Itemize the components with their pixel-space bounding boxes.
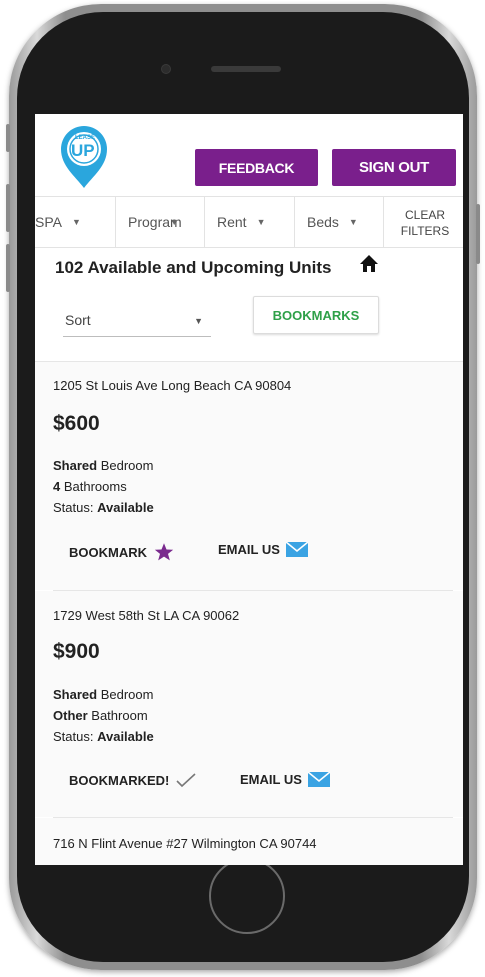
- email-us-button[interactable]: EMAIL US: [240, 772, 330, 787]
- listing-bathroom: 4 Bathrooms: [53, 479, 127, 494]
- listing-card: 1729 West 58th St LA CA 90062 $900 Share…: [35, 591, 463, 817]
- bookmarks-button[interactable]: BOOKMARKS: [253, 296, 379, 334]
- status-prefix: Status:: [53, 500, 98, 515]
- listing-status: Status: Available: [53, 729, 154, 744]
- email-label: EMAIL US: [218, 542, 280, 557]
- email-us-button[interactable]: EMAIL US: [218, 542, 308, 557]
- chevron-down-icon: ▼: [71, 217, 81, 227]
- filter-bar: SPA ▼ Program ▼ Rent ▼ Beds ▼ CLEAR FILT…: [35, 196, 463, 248]
- top-bar: LEASE UP FEEDBACK SIGN OUT: [35, 114, 463, 196]
- email-label: EMAIL US: [240, 772, 302, 787]
- listing-address: 716 N Flint Avenue #27 Wilmington CA 907…: [53, 836, 317, 851]
- status-value: Available: [97, 500, 154, 515]
- mail-icon: [285, 542, 308, 557]
- sort-select[interactable]: Sort ▼: [63, 304, 211, 337]
- bookmark-label: BOOKMARK: [69, 544, 147, 560]
- bedroom-type: Shared: [53, 687, 98, 702]
- filter-spa-label: SPA: [35, 214, 62, 230]
- listing-price: $600: [53, 412, 100, 435]
- chevron-down-icon: ▼: [256, 217, 266, 227]
- filter-beds-label: Beds: [307, 214, 339, 230]
- listing-status: Status: Available: [53, 500, 154, 515]
- status-prefix: Status:: [53, 729, 98, 744]
- bathroom-text: Bathroom: [87, 708, 148, 723]
- bookmarked-button[interactable]: BOOKMARKED!: [69, 772, 197, 788]
- front-camera: [161, 64, 171, 74]
- home-button[interactable]: [209, 858, 285, 934]
- clear-filters-line2: FILTERS: [400, 224, 450, 238]
- chevron-down-icon: ▼: [169, 217, 179, 227]
- filter-program[interactable]: Program ▼: [115, 197, 205, 247]
- listing-card: 716 N Flint Avenue #27 Wilmington CA 907…: [35, 818, 463, 865]
- app-screen: LEASE UP FEEDBACK SIGN OUT SPA ▼ Program…: [35, 114, 463, 865]
- status-value: Available: [97, 729, 154, 744]
- listing-price: $900: [53, 640, 100, 663]
- filter-spa[interactable]: SPA ▼: [35, 197, 116, 247]
- bathroom-type: Other: [53, 708, 88, 723]
- bookmarked-label: BOOKMARKED!: [69, 772, 170, 788]
- listing-card: 1205 St Louis Ave Long Beach CA 90804 $6…: [35, 362, 463, 590]
- volume-up-button: [6, 184, 10, 232]
- filter-beds[interactable]: Beds ▼: [294, 197, 384, 247]
- chevron-down-icon: ▼: [348, 217, 358, 227]
- chevron-down-icon: ▼: [194, 316, 203, 326]
- sign-out-button[interactable]: SIGN OUT: [332, 149, 456, 186]
- leaseup-logo[interactable]: LEASE UP: [57, 122, 111, 190]
- bedroom-text: Bedroom: [97, 458, 154, 473]
- checkmark-icon: [176, 773, 196, 788]
- volume-down-button: [6, 244, 10, 292]
- mail-icon: [307, 772, 330, 787]
- bedroom-type: Shared: [53, 458, 98, 473]
- star-icon: [154, 543, 174, 561]
- logo-text-main: UP: [71, 141, 95, 160]
- filter-rent-label: Rent: [217, 214, 247, 230]
- listing-bedroom: Shared Bedroom: [53, 458, 153, 473]
- listing-address: 1205 St Louis Ave Long Beach CA 90804: [53, 378, 292, 393]
- clear-filters-line1: CLEAR: [404, 208, 445, 222]
- bathroom-text: Bathrooms: [60, 479, 127, 494]
- listing-bedroom: Shared Bedroom: [53, 687, 153, 702]
- earpiece-speaker: [211, 66, 281, 72]
- feedback-button[interactable]: FEEDBACK: [195, 149, 318, 186]
- mute-switch: [6, 124, 10, 152]
- sort-label: Sort: [65, 312, 91, 328]
- bedroom-text: Bedroom: [97, 687, 154, 702]
- power-button: [476, 204, 480, 264]
- clear-filters-button[interactable]: CLEAR FILTERS: [395, 207, 455, 239]
- listing-bathroom: Other Bathroom: [53, 708, 148, 723]
- bookmark-button[interactable]: BOOKMARK: [69, 542, 175, 562]
- filter-rent[interactable]: Rent ▼: [204, 197, 295, 247]
- units-heading: 102 Available and Upcoming Units: [55, 258, 332, 277]
- home-icon[interactable]: [359, 254, 379, 274]
- listing-address: 1729 West 58th St LA CA 90062: [53, 608, 240, 623]
